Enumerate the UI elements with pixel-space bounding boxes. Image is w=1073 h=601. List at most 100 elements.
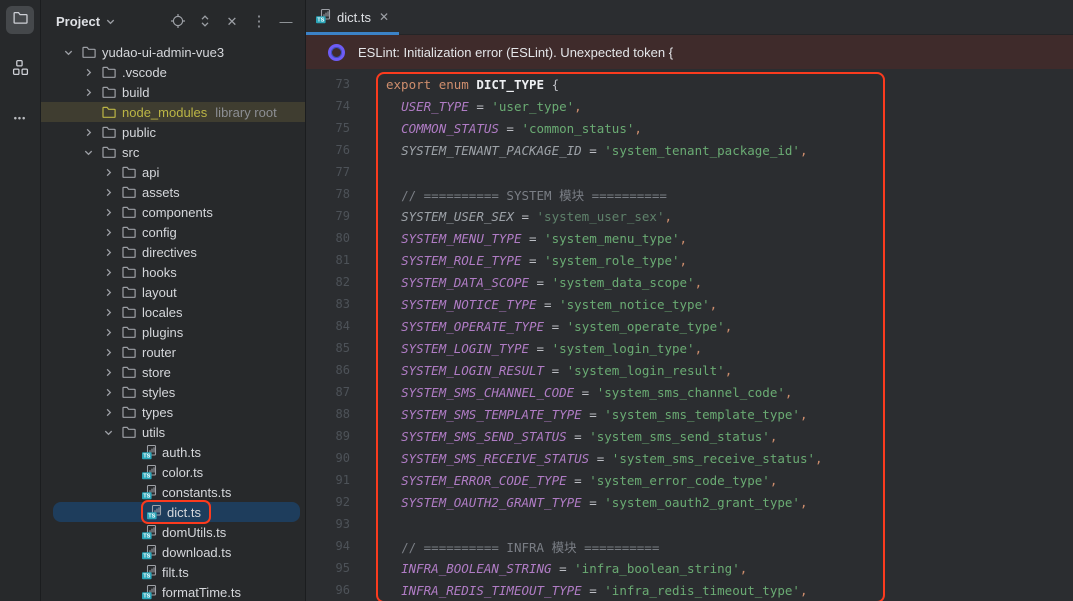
code-line-75[interactable]: 75 COMMON_STATUS = 'common_status', — [306, 117, 1073, 139]
tree-item-yudao-ui-admin-vue3[interactable]: yudao-ui-admin-vue3 — [41, 42, 305, 62]
code-line-89[interactable]: 89 SYSTEM_SMS_SEND_STATUS = 'system_sms_… — [306, 425, 1073, 447]
tree-item-constants-ts[interactable]: TS constants.ts — [41, 482, 305, 502]
chevron-right-icon[interactable] — [103, 347, 121, 358]
chevron-right-icon[interactable] — [103, 187, 121, 198]
code-token — [386, 99, 401, 114]
options-menu-icon[interactable]: ⋮ — [250, 12, 268, 30]
project-panel-title: Project — [56, 14, 100, 29]
chevron-right-icon[interactable] — [83, 107, 101, 118]
line-number: 96 — [306, 583, 362, 597]
project-panel-header: Project ✕ ⋮ — — [41, 0, 305, 42]
tree-item-domutils-ts[interactable]: TS domUtils.ts — [41, 522, 305, 542]
tree-item-download-ts[interactable]: TS download.ts — [41, 542, 305, 562]
tree-indent — [41, 592, 123, 593]
code-line-73[interactable]: 73export enum DICT_TYPE { — [306, 73, 1073, 95]
chevron-right-icon[interactable] — [103, 227, 121, 238]
tree-item-router[interactable]: router — [41, 342, 305, 362]
typescript-file-icon: TS — [141, 524, 157, 540]
line-number: 76 — [306, 143, 362, 157]
code-line-87[interactable]: 87 SYSTEM_SMS_CHANNEL_CODE = 'system_sms… — [306, 381, 1073, 403]
tree-item-layout[interactable]: layout — [41, 282, 305, 302]
code-line-85[interactable]: 85 SYSTEM_LOGIN_TYPE = 'system_login_typ… — [306, 337, 1073, 359]
chevron-right-icon[interactable] — [103, 267, 121, 278]
code-line-91[interactable]: 91 SYSTEM_ERROR_CODE_TYPE = 'system_erro… — [306, 469, 1073, 491]
code-line-92[interactable]: 92 SYSTEM_OAUTH2_GRANT_TYPE = 'system_oa… — [306, 491, 1073, 513]
tree-item-color-ts[interactable]: TS color.ts — [41, 462, 305, 482]
chevron-right-icon[interactable] — [83, 67, 101, 78]
code-token: // ========== SYSTEM 模块 ========== — [401, 188, 667, 203]
code-line-78[interactable]: 78 // ========== SYSTEM 模块 ========== — [306, 183, 1073, 205]
code-line-93[interactable]: 93 — [306, 513, 1073, 535]
collapse-all-icon[interactable]: ✕ — [223, 12, 241, 30]
code-token: SYSTEM_OPERATE_TYPE — [401, 319, 544, 334]
chevron-right-icon[interactable] — [103, 327, 121, 338]
code-line-content: SYSTEM_LOGIN_RESULT = 'system_login_resu… — [362, 363, 732, 378]
code-line-95[interactable]: 95 INFRA_BOOLEAN_STRING = 'infra_boolean… — [306, 557, 1073, 579]
tree-indent — [41, 332, 103, 333]
chevron-right-icon[interactable] — [103, 167, 121, 178]
code-line-74[interactable]: 74 USER_TYPE = 'user_type', — [306, 95, 1073, 117]
code-token — [386, 275, 401, 290]
tree-item-dict-ts[interactable]: TS dict.ts — [41, 502, 305, 522]
tab-dict-ts[interactable]: TS dict.ts ✕ — [306, 0, 399, 34]
tree-item-plugins[interactable]: plugins — [41, 322, 305, 342]
chevron-right-icon[interactable] — [103, 367, 121, 378]
tree-item-directives[interactable]: directives — [41, 242, 305, 262]
project-tool-button[interactable] — [6, 6, 34, 34]
tree-item-utils[interactable]: utils — [41, 422, 305, 442]
tree-item-node-modules[interactable]: node_moduleslibrary root — [41, 102, 305, 122]
tree-item-components[interactable]: components — [41, 202, 305, 222]
chevron-down-icon[interactable] — [103, 427, 121, 438]
chevron-right-icon[interactable] — [103, 387, 121, 398]
chevron-right-icon[interactable] — [103, 307, 121, 318]
tree-item-assets[interactable]: assets — [41, 182, 305, 202]
chevron-right-icon[interactable] — [83, 87, 101, 98]
tree-item-build[interactable]: build — [41, 82, 305, 102]
code-line-88[interactable]: 88 SYSTEM_SMS_TEMPLATE_TYPE = 'system_sm… — [306, 403, 1073, 425]
tree-item-hooks[interactable]: hooks — [41, 262, 305, 282]
tree-item-auth-ts[interactable]: TS auth.ts — [41, 442, 305, 462]
tree-item-config[interactable]: config — [41, 222, 305, 242]
more-tool-windows-button[interactable]: ••• — [6, 104, 34, 132]
code-token: , — [574, 99, 582, 114]
code-line-82[interactable]: 82 SYSTEM_DATA_SCOPE = 'system_data_scop… — [306, 271, 1073, 293]
chevron-right-icon[interactable] — [83, 127, 101, 138]
code-line-90[interactable]: 90 SYSTEM_SMS_RECEIVE_STATUS = 'system_s… — [306, 447, 1073, 469]
structure-tool-button[interactable] — [6, 56, 34, 84]
tree-item-api[interactable]: api — [41, 162, 305, 182]
chevron-down-icon[interactable] — [83, 147, 101, 158]
code-line-content: COMMON_STATUS = 'common_status', — [362, 121, 642, 136]
tree-item-public[interactable]: public — [41, 122, 305, 142]
code-token: = — [499, 121, 522, 136]
tree-item-filt-ts[interactable]: TS filt.ts — [41, 562, 305, 582]
code-line-83[interactable]: 83 SYSTEM_NOTICE_TYPE = 'system_notice_t… — [306, 293, 1073, 315]
chevron-right-icon[interactable] — [103, 407, 121, 418]
chevron-right-icon[interactable] — [103, 207, 121, 218]
code-line-77[interactable]: 77 — [306, 161, 1073, 183]
close-tab-icon[interactable]: ✕ — [379, 10, 389, 24]
code-line-94[interactable]: 94 // ========== INFRA 模块 ========== — [306, 535, 1073, 557]
tree-item-locales[interactable]: locales — [41, 302, 305, 322]
code-line-81[interactable]: 81 SYSTEM_ROLE_TYPE = 'system_role_type'… — [306, 249, 1073, 271]
tree-item-styles[interactable]: styles — [41, 382, 305, 402]
code-line-86[interactable]: 86 SYSTEM_LOGIN_RESULT = 'system_login_r… — [306, 359, 1073, 381]
tree-item-formattime-ts[interactable]: TS formatTime.ts — [41, 582, 305, 601]
code-line-80[interactable]: 80 SYSTEM_MENU_TYPE = 'system_menu_type'… — [306, 227, 1073, 249]
tree-item--vscode[interactable]: .vscode — [41, 62, 305, 82]
chevron-down-icon[interactable] — [63, 47, 81, 58]
tree-item-store[interactable]: store — [41, 362, 305, 382]
hide-panel-icon[interactable]: — — [277, 12, 295, 30]
code-line-96[interactable]: 96 INFRA_REDIS_TIMEOUT_TYPE = 'infra_red… — [306, 579, 1073, 601]
locate-file-icon[interactable] — [169, 12, 187, 30]
project-dropdown[interactable]: Project — [56, 14, 116, 29]
expand-collapse-icon[interactable] — [196, 12, 214, 30]
tree-item-types[interactable]: types — [41, 402, 305, 422]
chevron-right-icon[interactable] — [103, 287, 121, 298]
code-editor[interactable]: 73export enum DICT_TYPE {74 USER_TYPE = … — [306, 69, 1073, 601]
code-line-79[interactable]: 79 SYSTEM_USER_SEX = 'system_user_sex', — [306, 205, 1073, 227]
chevron-right-icon[interactable] — [103, 247, 121, 258]
code-line-76[interactable]: 76 SYSTEM_TENANT_PACKAGE_ID = 'system_te… — [306, 139, 1073, 161]
tree-item-src[interactable]: src — [41, 142, 305, 162]
code-line-84[interactable]: 84 SYSTEM_OPERATE_TYPE = 'system_operate… — [306, 315, 1073, 337]
line-number: 88 — [306, 407, 362, 421]
